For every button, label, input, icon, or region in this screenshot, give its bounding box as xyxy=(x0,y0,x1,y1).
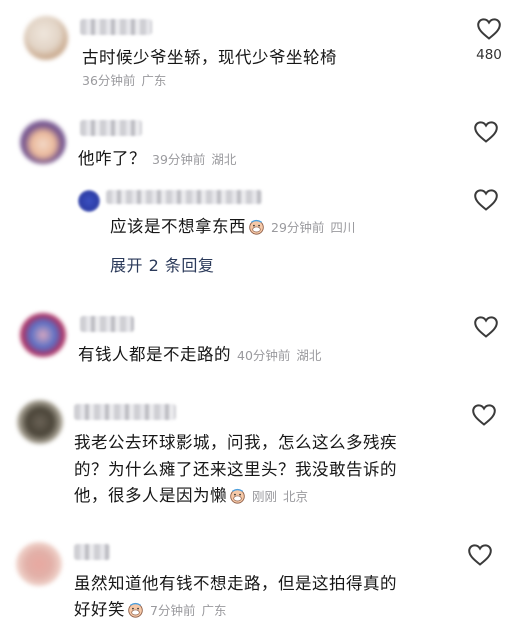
comment-text-line: 虽然知道他有钱不想走路，但是这拍得真的 xyxy=(74,574,397,593)
comment-body: 他，很多人是因为懒 xyxy=(74,486,227,505)
like-heart-icon[interactable] xyxy=(467,543,493,567)
reply-location: 四川 xyxy=(330,220,356,235)
username-blurred[interactable] xyxy=(80,19,152,35)
comment-location: 湖北 xyxy=(296,348,322,363)
username-blurred[interactable] xyxy=(80,316,134,332)
reply-avatar[interactable] xyxy=(78,190,100,212)
comment-text: 有钱人都是不走路的 40分钟前 湖北 xyxy=(78,341,321,369)
comment-time: 39分钟前 xyxy=(152,152,206,167)
comment-location: 湖北 xyxy=(211,152,237,167)
comment-time: 刚刚 xyxy=(252,489,278,504)
username-blurred[interactable] xyxy=(74,404,176,420)
avatar[interactable] xyxy=(20,313,66,357)
avatar[interactable] xyxy=(17,400,63,444)
comment-text-line: 我老公去环球影城，问我，怎么这么多残疾 xyxy=(74,433,397,452)
username-blurred[interactable] xyxy=(74,544,110,560)
reply-time: 29分钟前 xyxy=(271,220,325,235)
avatar[interactable] xyxy=(24,16,68,60)
comment-time: 36分钟前 xyxy=(82,73,136,88)
reply-body: 应该是不想拿东西 xyxy=(110,217,246,236)
like-heart-icon[interactable] xyxy=(476,17,502,41)
like-count: 480 xyxy=(476,47,502,63)
avatar[interactable] xyxy=(20,120,66,164)
like-heart-icon[interactable] xyxy=(473,120,499,144)
like-heart-icon[interactable] xyxy=(471,403,497,427)
comment-text: 他咋了？ 39分钟前 湖北 xyxy=(78,145,236,173)
username-blurred[interactable] xyxy=(80,120,142,136)
comment-location: 广东 xyxy=(141,73,167,88)
comment-text-line: 的？为什么瘫了还来这里头？我没敢告诉的 xyxy=(74,460,397,479)
comment-time: 7分钟前 xyxy=(150,603,196,618)
comment-body: 好好笑 xyxy=(74,600,125,619)
comment-location: 广东 xyxy=(201,603,227,618)
avatar[interactable] xyxy=(16,542,62,586)
comment-location: 北京 xyxy=(283,489,309,504)
comment-text-line: 好好笑 7分钟前 广东 xyxy=(74,596,226,624)
reply-text: 应该是不想拿东西 29分钟前 四川 xyxy=(110,213,355,241)
comment-body: 有钱人都是不走路的 xyxy=(78,345,231,364)
face-emoji-icon xyxy=(248,218,265,235)
comment-meta: 36分钟前 广东 xyxy=(76,66,166,94)
face-emoji-icon xyxy=(229,487,246,504)
face-emoji-icon xyxy=(127,601,144,618)
expand-replies-link[interactable]: 展开 2 条回复 xyxy=(110,252,214,276)
comment-body: 他咋了？ xyxy=(78,149,146,168)
reply-like-heart-icon[interactable] xyxy=(473,188,499,212)
comment-text-line: 他，很多人是因为懒 刚刚 北京 xyxy=(74,482,308,510)
like-heart-icon[interactable] xyxy=(473,315,499,339)
reply-username-blurred[interactable] xyxy=(106,190,262,204)
comment-time: 40分钟前 xyxy=(237,348,291,363)
